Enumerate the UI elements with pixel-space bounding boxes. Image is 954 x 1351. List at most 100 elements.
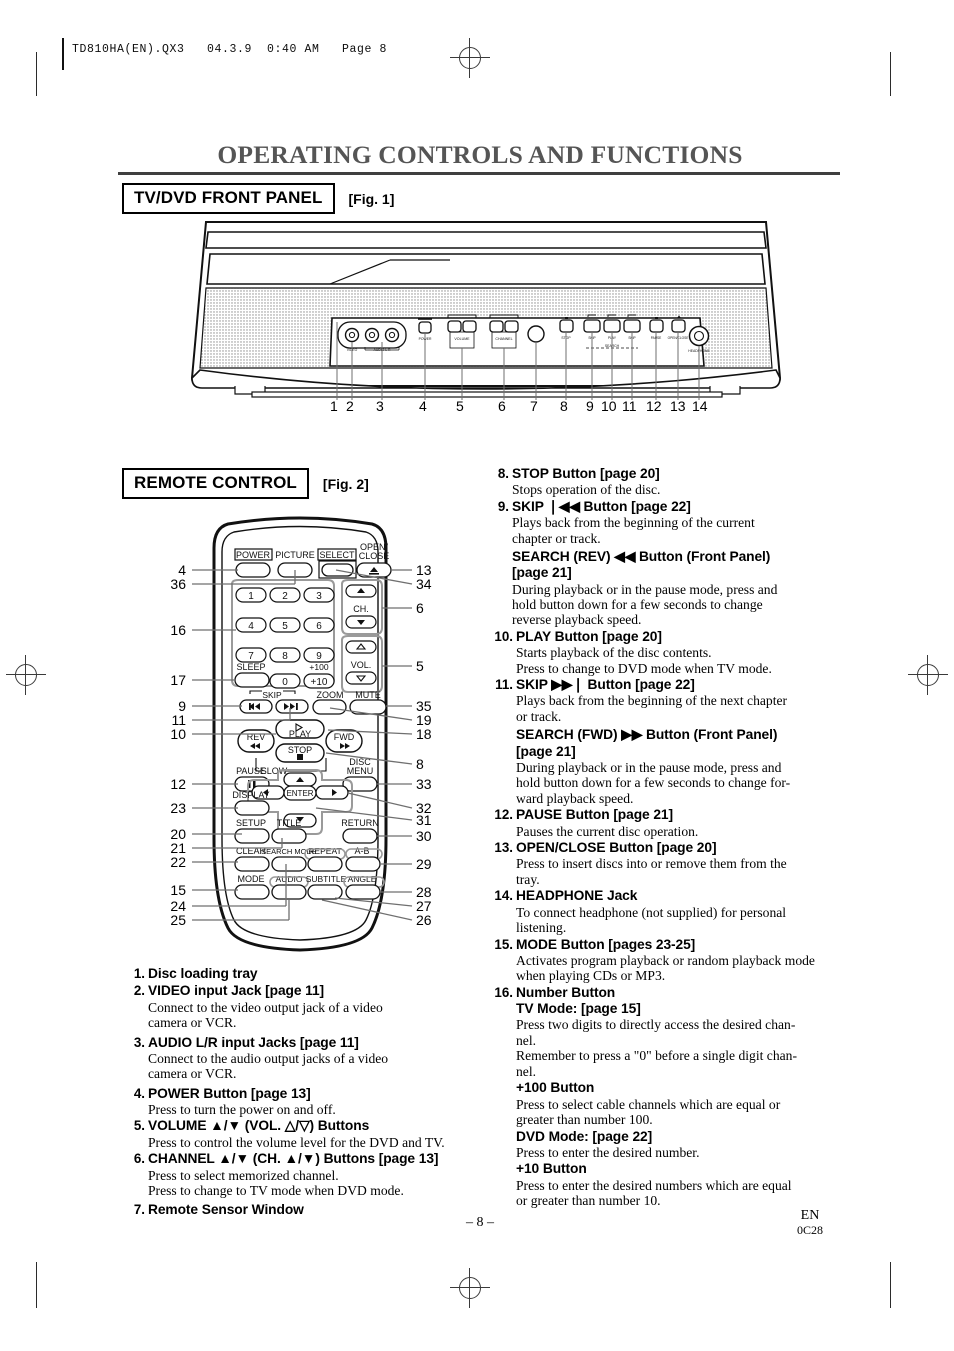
footer-code: 0C28: [796, 1223, 823, 1238]
fig1-callout: 6: [498, 398, 506, 414]
item-desc-line: Press to turn the power on and off.: [148, 1102, 336, 1117]
btn-label-enter: ENTER: [286, 789, 313, 798]
item-number: 13.: [494, 840, 513, 856]
item-desc-line: reverse playback speed.: [512, 612, 642, 628]
fig2-callout: 5: [416, 658, 424, 674]
svg-text:7: 7: [248, 651, 254, 662]
item-desc-line: Press to enter the desired numbers which…: [516, 1177, 792, 1193]
btn-label-ab: A-B: [354, 846, 369, 856]
fig2-callout: 15: [170, 882, 186, 898]
fig2-right-callouts: 13 34 6 5 35 19 18 8 33 32 31 30 29 28 2…: [416, 508, 456, 960]
svg-text:8: 8: [282, 651, 288, 662]
page-title: OPERATING CONTROLS AND FUNCTIONS: [217, 140, 743, 169]
fig2-callout: 10: [170, 726, 186, 742]
figure-front-panel: VIDEO AUDIO L R POWER VOLUME CHANNEL STO…: [180, 218, 792, 418]
fig2-callout: 29: [416, 856, 432, 872]
item-subtitle: SEARCH (REV) ◀◀ Button (Front Panel): [512, 548, 771, 564]
svg-text:0: 0: [282, 677, 288, 688]
btn-label-menu: MENU: [347, 766, 374, 776]
item-title: OPEN/CLOSE Button [page 20]: [516, 840, 717, 856]
fig2-callout: 23: [170, 800, 186, 816]
list-item: 5. VOLUME ▲/▼ (VOL. △/▽) Buttons Press t…: [123, 1118, 475, 1150]
list-item: 4. POWER Button [page 13] Press to turn …: [123, 1086, 475, 1118]
btn-label-skip: SKIP: [262, 690, 282, 700]
item-subtitle: TV Mode: [page 15]: [516, 1001, 641, 1017]
item-desc-line: greater than number 100.: [516, 1112, 653, 1128]
fig2-callout: 30: [416, 828, 432, 844]
fig2-callout: 6: [416, 600, 424, 616]
item-title: POWER Button [page 13]: [148, 1085, 311, 1101]
item-title: PAUSE Button [page 21]: [516, 807, 673, 823]
item-title: MODE Button [pages 23-25]: [516, 936, 696, 952]
registration-mark-left: [6, 655, 46, 695]
item-desc-line: chapter or track.: [512, 530, 601, 546]
fig2-callout: 36: [170, 576, 186, 592]
fig1-callout: 10: [601, 398, 617, 414]
fig1-callout: 5: [456, 398, 464, 414]
page-number: – 8 –: [466, 1215, 494, 1230]
fig2-callout: 12: [170, 776, 186, 792]
footer-lang: EN: [800, 1208, 820, 1223]
svg-text:+10: +10: [311, 677, 328, 688]
title-rule: [118, 172, 840, 175]
section-header-remote: REMOTE CONTROL [Fig. 2]: [122, 468, 369, 499]
remote-control-label: REMOTE CONTROL: [122, 468, 309, 499]
item-desc-line: or greater than number 10.: [516, 1193, 661, 1209]
item-desc-line: Press to control the volume level for th…: [148, 1134, 445, 1150]
list-item: 13. OPEN/CLOSE Button [page 20] Press to…: [487, 840, 839, 887]
item-desc-line: During playback or in the pause mode, pr…: [516, 759, 782, 775]
item-desc-line: ward playback speed.: [516, 790, 634, 806]
trim-line-right-bottom: [890, 1262, 891, 1308]
btn-label-close: CLOSE: [359, 551, 390, 561]
registration-mark-bottom: [450, 1268, 490, 1308]
fig2-callout: 31: [416, 812, 432, 828]
item-subtitle: [page 21]: [512, 565, 572, 581]
btn-label-display: DISPLAY: [232, 790, 269, 800]
fig2-callout: 33: [416, 776, 432, 792]
item-desc-line: To connect headphone (not supplied) for …: [516, 904, 787, 920]
fig1-callout: 2: [346, 398, 354, 414]
item-number: 7.: [133, 1202, 145, 1218]
item-subtitle: SEARCH (FWD) ▶▶ Button (Front Panel): [516, 727, 778, 743]
btn-label-audio: AUDIO: [276, 874, 303, 884]
item-desc-line: Press to change to TV mode when DVD mode…: [148, 1182, 404, 1198]
trim-line-left-bottom: [36, 1262, 37, 1308]
item-desc-line: nel.: [516, 1063, 537, 1079]
fig2-callout: 26: [416, 912, 432, 928]
item-title: SKIP ❘◀◀ Button [page 22]: [512, 498, 691, 514]
item-title: SKIP ▶▶❘ Button [page 22]: [516, 677, 695, 693]
item-number: 5.: [133, 1118, 145, 1134]
list-item: 2. VIDEO input Jack [page 11] Connect to…: [123, 983, 475, 1030]
item-desc-line: Remember to press a "0" before a single …: [516, 1048, 797, 1064]
svg-text:9: 9: [316, 651, 322, 662]
item-desc-line: Press to select cable channels which are…: [516, 1096, 781, 1112]
item-number: 9.: [497, 498, 509, 514]
item-desc-line: Press to change to DVD mode when TV mode…: [516, 660, 772, 676]
item-desc-line: Press to insert discs into or remove the…: [516, 856, 787, 872]
item-desc-line: camera or VCR.: [148, 1015, 237, 1031]
item-desc-line: Plays back from the beginning of the cur…: [512, 515, 755, 531]
list-item: 11. SKIP ▶▶❘ Button [page 22] Plays back…: [487, 677, 839, 806]
btn-label-pause: PAUSE: [236, 766, 266, 776]
fig1-callout: 11: [622, 398, 637, 414]
print-slug-box: TD810HA(EN).QX3 04.3.9 0:40 AM Page 8: [62, 38, 454, 70]
svg-text:6: 6: [316, 621, 322, 632]
list-item: 15. MODE Button [pages 23-25] Activates …: [487, 937, 839, 984]
item-desc-line: Starts playback of the disc contents.: [516, 645, 712, 661]
item-desc-line: Press to select memorized channel.: [148, 1167, 339, 1183]
list-item: 14. HEADPHONE Jack To connect headphone …: [487, 888, 839, 935]
front-panel-figure-tag: [Fig. 1]: [348, 190, 395, 207]
btn-label-setup: SETUP: [236, 818, 266, 828]
fig2-callout: 25: [170, 912, 186, 928]
item-desc-line: tray.: [516, 871, 540, 887]
item-subtitle: +10 Button: [516, 1161, 587, 1177]
item-desc-line: nel.: [516, 1032, 537, 1048]
item-title: Number Button: [516, 984, 616, 1000]
item-desc-line: camera or VCR.: [148, 1066, 237, 1082]
item-number: 8.: [497, 466, 509, 481]
item-desc-line: Activates program playback or random pla…: [516, 952, 815, 968]
registration-mark-top: [450, 38, 490, 78]
fig1-callout: 8: [560, 398, 568, 414]
item-number: 3.: [133, 1034, 145, 1050]
fig2-callout: 8: [416, 756, 424, 772]
